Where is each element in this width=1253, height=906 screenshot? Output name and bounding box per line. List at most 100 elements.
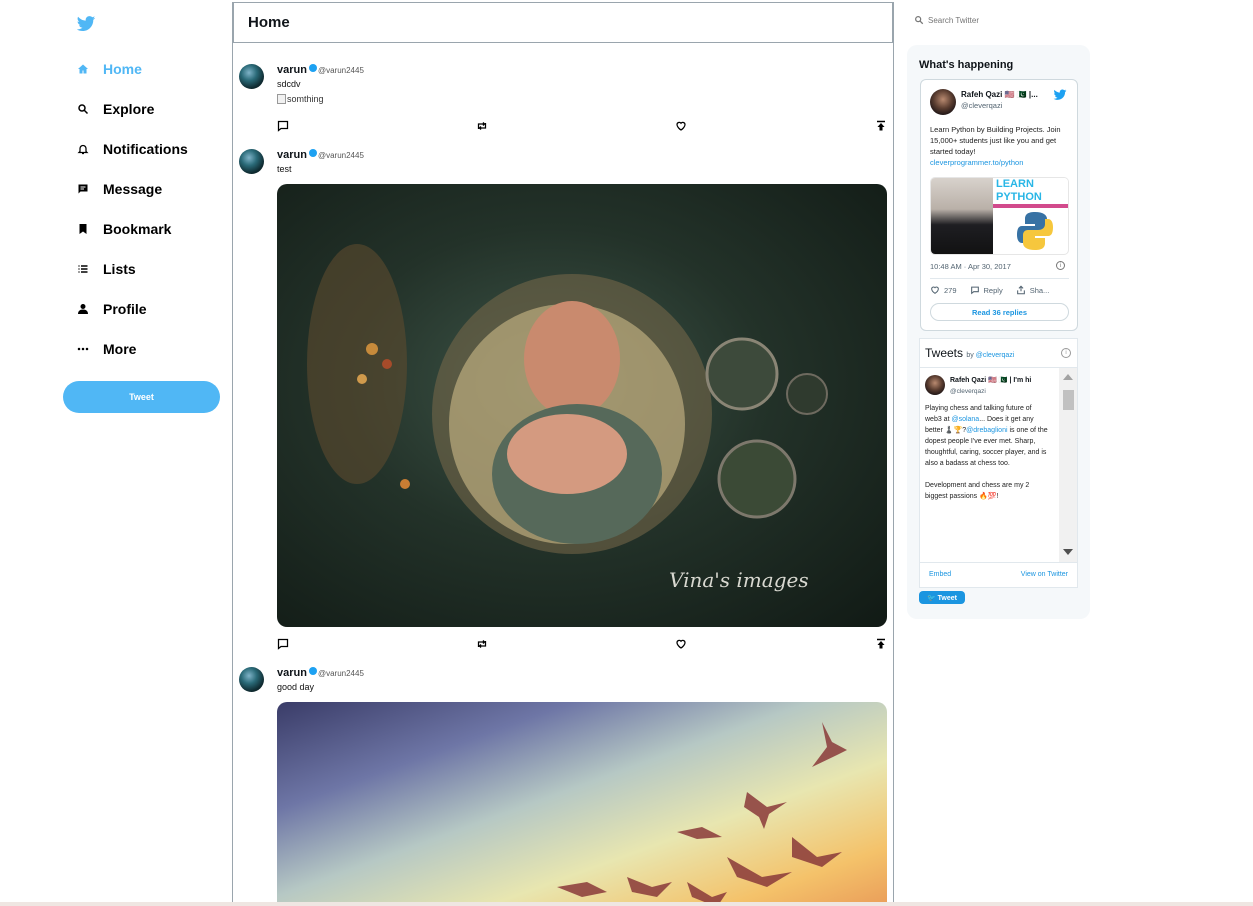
timeline-title: Tweets (925, 346, 964, 360)
bell-icon (76, 142, 90, 156)
info-icon[interactable]: i (1061, 348, 1071, 358)
embed-like[interactable]: 279 (930, 285, 957, 295)
sidebar-item-more[interactable]: More (76, 338, 136, 360)
twitter-logo-icon[interactable] (76, 14, 96, 34)
sidebar-item-label: Explore (103, 101, 155, 117)
post-image[interactable]: Vina's images (277, 184, 887, 627)
post-text: test (277, 164, 292, 174)
message-icon (76, 182, 90, 196)
timeline-footer: Embed View on Twitter (920, 562, 1077, 587)
by-label: by (966, 352, 974, 359)
sidebar-item-label: Profile (103, 301, 147, 317)
embed-actions: 279 Reply Sha... (930, 285, 1069, 295)
info-icon[interactable]: i (1056, 261, 1065, 270)
read-replies-button[interactable]: Read 36 replies (930, 303, 1069, 321)
post-image[interactable] (277, 702, 887, 906)
python-logo-icon (1017, 212, 1053, 250)
twitter-bird-icon[interactable] (1053, 88, 1067, 102)
sidebar-item-label: Notifications (103, 141, 188, 157)
embed-media[interactable]: LEARN PYTHON (930, 177, 1069, 255)
bottom-strip (0, 902, 1253, 906)
mention-link[interactable]: @drebaglioni (966, 427, 1007, 434)
like-count: 279 (944, 285, 957, 295)
retweet-icon[interactable] (476, 120, 488, 132)
avatar[interactable] (925, 375, 945, 395)
newborn-photo-illustration (307, 244, 828, 554)
share-icon[interactable] (875, 120, 887, 132)
reply-icon[interactable] (277, 120, 289, 132)
post-author-name[interactable]: varun (277, 149, 307, 161)
retweet-icon[interactable] (476, 638, 488, 650)
sidebar-item-profile[interactable]: Profile (76, 298, 147, 320)
timeline-scrollbar[interactable] (1059, 368, 1077, 562)
timeline-author-link[interactable]: @cleverqazi (976, 352, 1015, 359)
timeline-body[interactable]: Rafeh Qazi 🇺🇸 🇵🇰 | I'm hi @cleverqazi Pl… (920, 367, 1077, 562)
bookmark-icon (76, 222, 90, 236)
sidebar-item-message[interactable]: Message (76, 178, 162, 200)
reply-icon (970, 286, 979, 295)
embed-link[interactable]: cleverprogrammer.to/python (930, 157, 1072, 168)
tweet-text-part: Development and chess are my 2 biggest p… (925, 482, 1030, 500)
search-bar[interactable] (914, 15, 1034, 25)
sidebar-item-home[interactable]: Home (76, 58, 142, 80)
search-input[interactable] (924, 15, 1034, 25)
post-header: varun @varun2445 (277, 667, 364, 679)
divider (930, 278, 1069, 279)
reply-icon[interactable] (277, 638, 289, 650)
sidebar-item-notifications[interactable]: Notifications (76, 138, 188, 160)
post-header: varun @varun2445 (277, 149, 364, 161)
sidebar-item-bookmark[interactable]: Bookmark (76, 218, 171, 240)
post: varun @varun2445 test Vina's images (233, 149, 893, 654)
avatar[interactable] (239, 149, 264, 174)
search-icon (76, 102, 90, 116)
timeline-tweet-handle[interactable]: @cleverqazi (950, 388, 986, 395)
feed-header: Home (233, 2, 893, 43)
like-icon[interactable] (675, 120, 687, 132)
embed-author-name[interactable]: Rafeh Qazi 🇺🇸 🇵🇰 |... (961, 90, 1038, 99)
embed-timestamp[interactable]: 10:48 AM · Apr 30, 2017 (930, 262, 1011, 271)
timeline-tweet-author[interactable]: Rafeh Qazi 🇺🇸 🇵🇰 | I'm hi (950, 376, 1031, 384)
avatar[interactable] (239, 667, 264, 692)
share-tweet-button[interactable]: 🐦 Tweet (919, 591, 965, 604)
person-icon (76, 302, 90, 316)
embed-tweet-text: Learn Python by Building Projects. Join … (930, 124, 1072, 168)
sidebar-item-lists[interactable]: Lists (76, 258, 136, 280)
embedded-tweet[interactable]: Rafeh Qazi 🇺🇸 🇵🇰 |... @cleverqazi Learn … (920, 79, 1078, 331)
timeline-header: Tweets by @cleverqazi (925, 346, 1014, 360)
widgets-title: What's happening (919, 59, 1014, 71)
sidebar-item-label: Message (103, 181, 163, 197)
embed-author-handle[interactable]: @cleverqazi (961, 101, 1002, 110)
verified-badge-icon (308, 64, 317, 72)
avatar[interactable] (239, 64, 264, 89)
feed: Home varun @varun2445 sdcdv somthing var… (232, 2, 894, 906)
embed-reply[interactable]: Reply (970, 285, 1003, 295)
view-on-twitter-link[interactable]: View on Twitter (1021, 571, 1068, 578)
scroll-up-arrow-icon[interactable] (1063, 374, 1073, 380)
reply-label: Reply (983, 285, 1003, 295)
embed-share[interactable]: Sha... (1016, 285, 1050, 295)
share-icon[interactable] (875, 638, 887, 650)
post-header: varun @varun2445 (277, 64, 364, 76)
embed-text: Learn Python by Building Projects. Join … (930, 125, 1061, 156)
scroll-down-arrow-icon[interactable] (1063, 549, 1073, 555)
post-author-name[interactable]: varun (277, 667, 307, 679)
page-title: Home (248, 14, 290, 31)
verified-badge-icon (308, 149, 317, 157)
sidebar-item-explore[interactable]: Explore (76, 98, 154, 120)
post-author-name[interactable]: varun (277, 64, 307, 76)
like-icon[interactable] (675, 638, 687, 650)
scrollbar-thumb[interactable] (1063, 390, 1074, 410)
tweet-button[interactable]: Tweet (63, 381, 220, 413)
timeline-tweet-media[interactable] (925, 533, 1051, 559)
timeline-tweet-text: Playing chess and talking future of web3… (925, 403, 1050, 502)
post: varun @varun2445 good day (233, 667, 893, 906)
share-label: Sha... (1029, 285, 1050, 295)
broken-image-icon (277, 94, 286, 104)
more-icon (76, 342, 90, 356)
mention-link[interactable]: @solana (951, 416, 979, 423)
verified-badge-icon (308, 667, 317, 675)
sidebar-item-label: More (103, 341, 137, 357)
embed-link[interactable]: Embed (929, 571, 951, 578)
post: varun @varun2445 sdcdv somthing (233, 64, 893, 136)
avatar[interactable] (930, 89, 956, 115)
